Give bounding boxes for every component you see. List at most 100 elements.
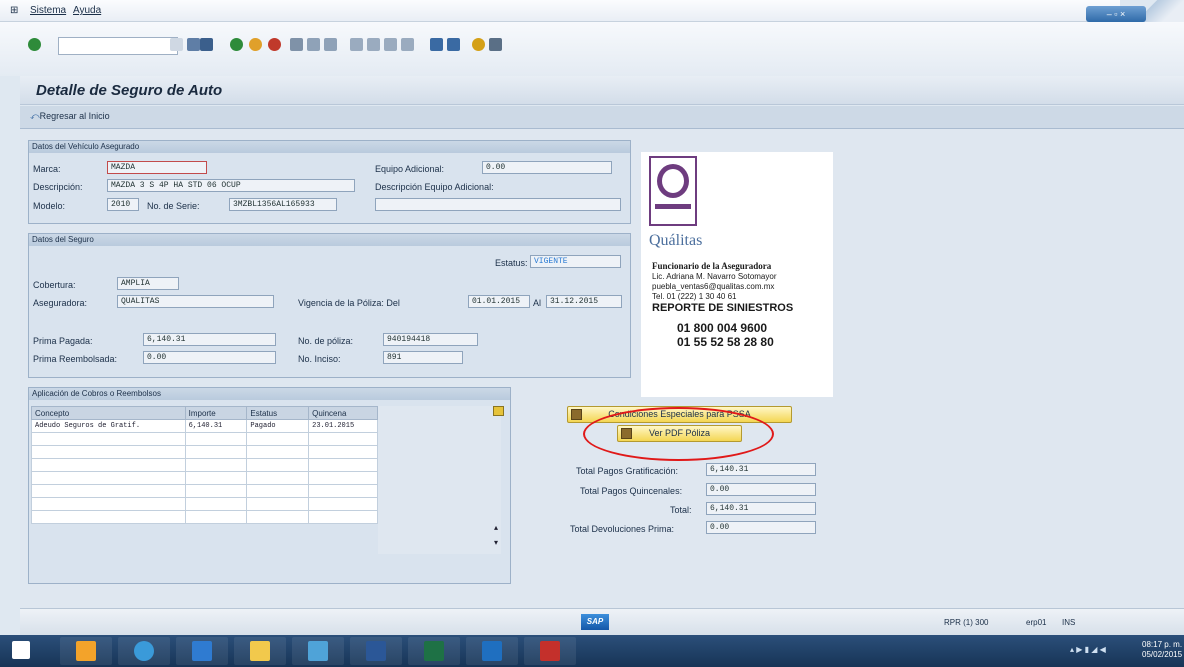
find-icon[interactable] xyxy=(307,38,320,51)
start-button[interactable] xyxy=(6,637,40,665)
next-page-icon[interactable] xyxy=(384,38,397,51)
taskbar-lync[interactable] xyxy=(176,637,228,665)
back-to-start-button[interactable]: ⤺Regresar al Inicio xyxy=(30,111,110,122)
scroll-up-icon[interactable]: ▴ xyxy=(494,523,504,533)
col-concepto[interactable]: Concepto xyxy=(31,406,186,420)
equipo-field[interactable]: 0.00 xyxy=(482,161,612,174)
table-settings-icon[interactable] xyxy=(493,406,504,416)
table-row[interactable] xyxy=(31,484,378,498)
taskbar-sap[interactable] xyxy=(292,637,344,665)
shortcut-icon[interactable] xyxy=(447,38,460,51)
back-arrow-icon[interactable] xyxy=(187,38,200,51)
find-next-icon[interactable] xyxy=(324,38,337,51)
menu-icon[interactable]: ⊞ xyxy=(10,5,18,16)
table-cell[interactable] xyxy=(246,484,310,498)
col-importe[interactable]: Importe xyxy=(184,406,248,420)
table-cell[interactable] xyxy=(246,510,310,524)
total-gratif-field[interactable]: 6,140.31 xyxy=(706,463,816,476)
total-field[interactable]: 6,140.31 xyxy=(706,502,816,515)
dropdown-icon[interactable] xyxy=(170,38,183,51)
table-cell[interactable]: 23.01.2015 xyxy=(308,419,378,433)
table-cell[interactable] xyxy=(31,458,186,472)
inciso-field[interactable]: 891 xyxy=(383,351,463,364)
table-cell[interactable]: Adeudo Seguros de Gratif. xyxy=(31,419,186,433)
taskbar-acrobat[interactable] xyxy=(524,637,576,665)
marca-field[interactable]: MAZDA xyxy=(107,161,207,174)
table-cell[interactable] xyxy=(184,432,248,446)
table-cell[interactable] xyxy=(184,484,248,498)
scroll-down-icon[interactable]: ▾ xyxy=(494,538,504,548)
table-cell[interactable]: Pagado xyxy=(246,419,310,433)
table-cell[interactable] xyxy=(308,484,378,498)
col-estatus[interactable]: Estatus xyxy=(246,406,310,420)
prev-page-icon[interactable] xyxy=(367,38,380,51)
table-cell[interactable] xyxy=(246,432,310,446)
taskbar-folder[interactable] xyxy=(234,637,286,665)
new-session-icon[interactable] xyxy=(430,38,443,51)
table-cell[interactable] xyxy=(31,432,186,446)
estatus-field[interactable]: VIGENTE xyxy=(530,255,621,268)
enter-icon[interactable] xyxy=(28,38,41,51)
print-icon[interactable] xyxy=(290,38,303,51)
layout-icon[interactable] xyxy=(489,38,502,51)
first-page-icon[interactable] xyxy=(350,38,363,51)
vigencia-al-field[interactable]: 31.12.2015 xyxy=(546,295,622,308)
menu-sistema[interactable]: Sistema xyxy=(30,5,66,16)
table-cell[interactable] xyxy=(308,445,378,459)
table-cell[interactable] xyxy=(184,471,248,485)
table-row[interactable]: Adeudo Seguros de Gratif. 6,140.31 Pagado 2… xyxy=(31,419,378,433)
table-cell[interactable] xyxy=(31,510,186,524)
table-cell[interactable] xyxy=(31,445,186,459)
table-cell[interactable] xyxy=(246,471,310,485)
table-cell[interactable] xyxy=(246,497,310,511)
system-clock[interactable]: 08:17 p. m. 05/02/2015 xyxy=(1142,640,1182,660)
window-controls[interactable]: – ▫ × xyxy=(1086,6,1146,22)
descripcion-field[interactable]: MAZDA 3 S 4P HA STD 06 OCUP xyxy=(107,179,355,192)
taskbar-excel[interactable] xyxy=(408,637,460,665)
menu-ayuda[interactable]: Ayuda xyxy=(73,5,101,16)
table-row[interactable] xyxy=(31,458,378,472)
desc-equipo-field[interactable] xyxy=(375,198,621,211)
table-row[interactable] xyxy=(31,445,378,459)
cobertura-field[interactable]: AMPLIA xyxy=(117,277,179,290)
taskbar-explorer[interactable] xyxy=(60,637,112,665)
table-cell[interactable] xyxy=(308,471,378,485)
total-quinc-field[interactable]: 0.00 xyxy=(706,483,816,496)
tray-icons[interactable]: ▴ ▶ ▮ ◢ ◀ xyxy=(1070,645,1130,657)
table-row[interactable] xyxy=(31,497,378,511)
prima-pagada-field[interactable]: 6,140.31 xyxy=(143,333,276,346)
taskbar-ie[interactable] xyxy=(118,637,170,665)
table-cell[interactable] xyxy=(308,510,378,524)
table-cell[interactable] xyxy=(308,458,378,472)
table-cell[interactable] xyxy=(184,445,248,459)
table-row[interactable] xyxy=(31,471,378,485)
table-cell[interactable] xyxy=(308,497,378,511)
back-icon[interactable] xyxy=(230,38,243,51)
poliza-field[interactable]: 940194418 xyxy=(383,333,478,346)
total-devol-field[interactable]: 0.00 xyxy=(706,521,816,534)
table-row[interactable] xyxy=(31,510,378,524)
save-icon[interactable] xyxy=(200,38,213,51)
table-cell[interactable] xyxy=(31,484,186,498)
exit-icon[interactable] xyxy=(249,38,262,51)
col-quincena[interactable]: Quincena xyxy=(308,406,378,420)
taskbar-word[interactable] xyxy=(350,637,402,665)
table-cell[interactable] xyxy=(246,458,310,472)
modelo-field[interactable]: 2010 xyxy=(107,198,139,211)
help-icon[interactable] xyxy=(472,38,485,51)
table-cell[interactable] xyxy=(308,432,378,446)
session-info[interactable]: RPR (1) 300 xyxy=(944,618,988,627)
command-field[interactable] xyxy=(58,37,178,55)
table-row[interactable] xyxy=(31,432,378,446)
table-cell[interactable] xyxy=(31,497,186,511)
aseguradora-field[interactable]: QUALITAS xyxy=(117,295,274,308)
table-cell[interactable] xyxy=(246,445,310,459)
table-cell[interactable] xyxy=(31,471,186,485)
taskbar-outlook[interactable] xyxy=(466,637,518,665)
prima-reemb-field[interactable]: 0.00 xyxy=(143,351,276,364)
table-cell[interactable] xyxy=(184,497,248,511)
table-cell[interactable] xyxy=(184,458,248,472)
serie-field[interactable]: 3MZBL1356AL165933 xyxy=(229,198,337,211)
cancel-icon[interactable] xyxy=(268,38,281,51)
table-cell[interactable]: 6,140.31 xyxy=(184,419,248,433)
